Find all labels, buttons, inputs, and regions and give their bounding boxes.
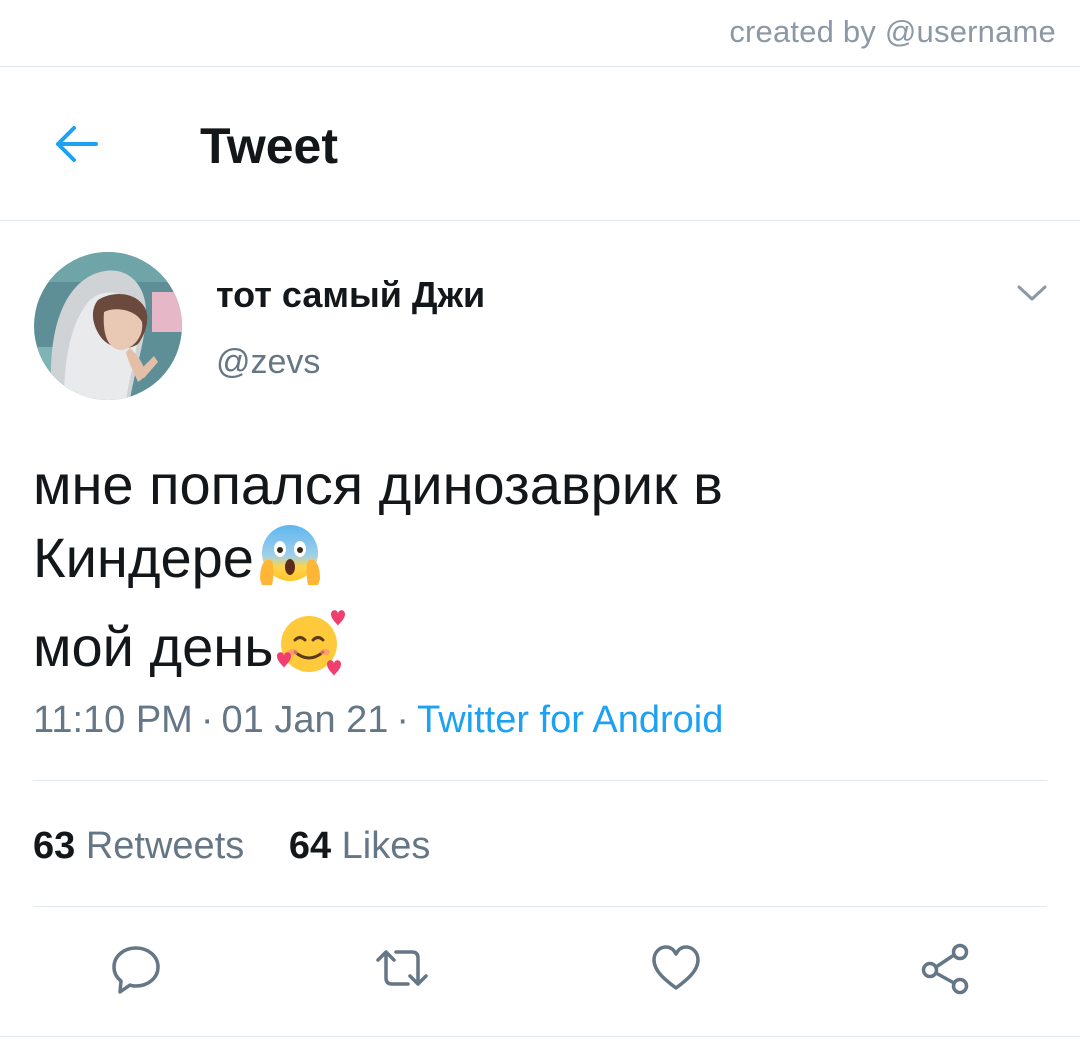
tweet-date: 01 Jan 21 — [221, 699, 389, 741]
likes-stat[interactable]: 64 Likes — [289, 818, 431, 874]
watermark: created by @username — [729, 14, 1056, 49]
retweet-button[interactable] — [370, 936, 434, 1000]
author-handle[interactable]: @zevs — [216, 340, 320, 384]
divider — [33, 906, 1047, 907]
reply-icon — [112, 946, 160, 994]
tweet-time: 11:10 PM — [33, 699, 193, 741]
retweets-stat[interactable]: 63 Retweets — [33, 818, 244, 874]
tweet-text-line: мой день — [33, 606, 1043, 695]
like-button[interactable] — [644, 936, 708, 1000]
share-button[interactable] — [912, 936, 976, 1000]
share-icon — [921, 943, 969, 995]
smiling-face-with-hearts-emoji — [275, 606, 347, 695]
tweet-text-line: мне попался динозаврик в — [33, 453, 723, 516]
retweets-label: Retweets — [85, 825, 245, 867]
top-bar: Tweet — [0, 68, 1080, 220]
retweet-icon — [376, 950, 428, 986]
tweet-source-link[interactable]: Twitter for Android — [417, 699, 723, 741]
tweet-stats: 63 Retweets 64 Likes — [33, 818, 464, 874]
reply-button[interactable] — [104, 936, 168, 1000]
retweets-count: 63 — [33, 825, 76, 867]
chevron-down-icon — [1017, 285, 1047, 301]
tweet-meta: 11:10 PM · 01 Jan 21 · Twitter for Android — [33, 692, 723, 748]
likes-count: 64 — [288, 825, 332, 867]
like-icon — [652, 945, 700, 990]
meta-separator: · — [200, 699, 214, 741]
back-button[interactable] — [46, 118, 106, 170]
avatar-image — [34, 252, 182, 400]
divider — [0, 1036, 1080, 1037]
tweet-text: мне попался динозаврик в Киндере мой ден… — [33, 448, 1043, 695]
divider — [33, 780, 1047, 781]
likes-label: Likes — [341, 825, 431, 867]
meta-separator: · — [396, 699, 410, 741]
page-title: Tweet — [200, 118, 338, 174]
divider — [0, 66, 1080, 67]
arrow-left-icon — [56, 126, 98, 162]
tweet-text-segment: Киндере — [33, 526, 254, 589]
divider — [0, 220, 1080, 221]
avatar[interactable] — [34, 252, 182, 400]
tweet-text-line: Киндере — [33, 521, 1043, 606]
face-screaming-in-fear-emoji — [256, 521, 324, 606]
author-display-name[interactable]: тот самый Джи — [216, 273, 485, 317]
more-options-button[interactable] — [1012, 276, 1052, 310]
tweet-text-segment: мой день — [33, 615, 274, 678]
